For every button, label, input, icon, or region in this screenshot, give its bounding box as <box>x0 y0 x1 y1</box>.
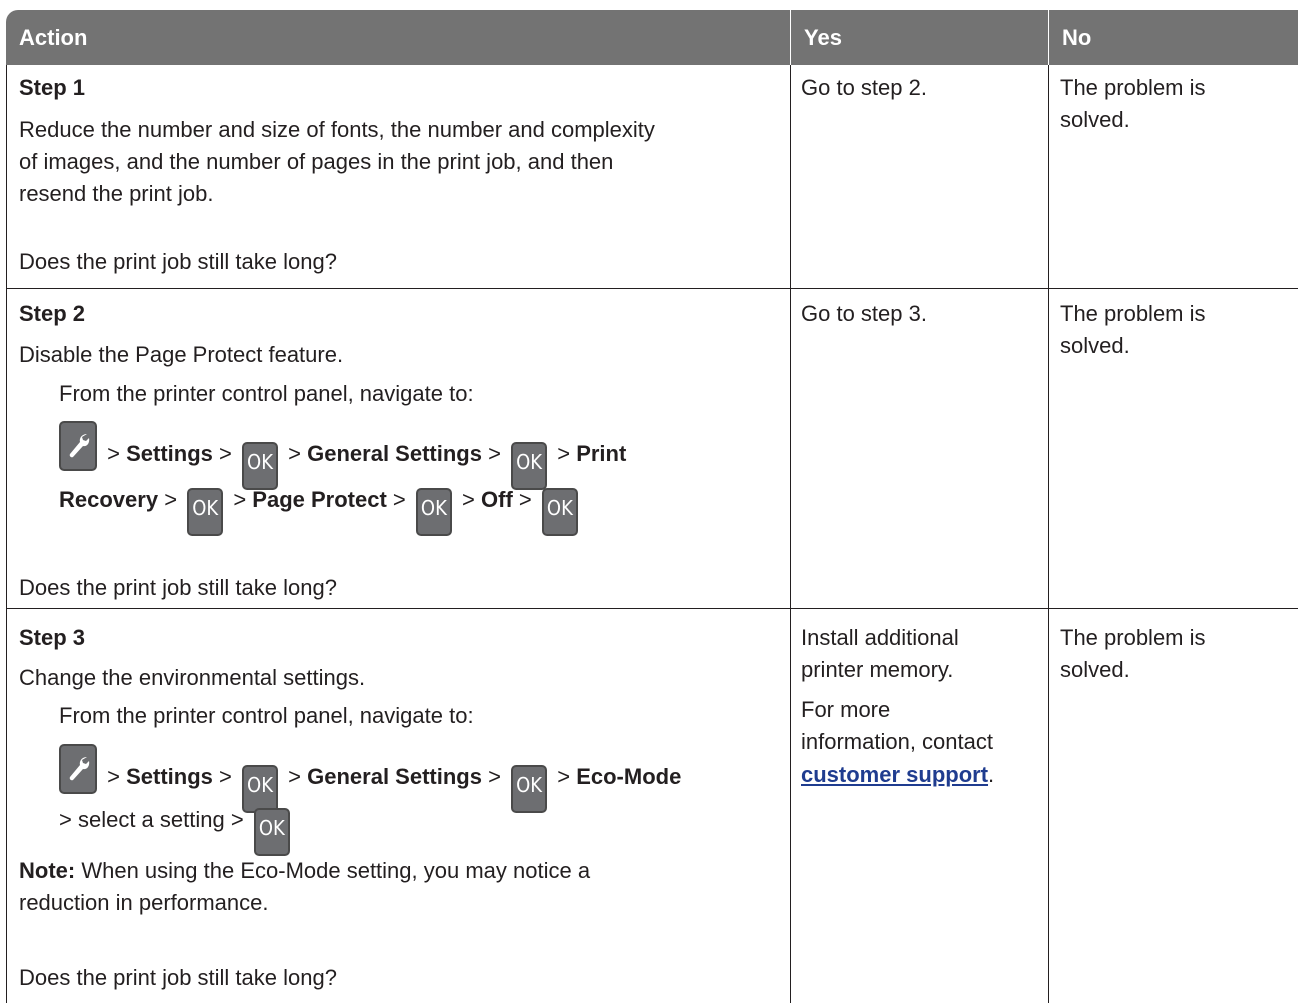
recovery-label: Recovery <box>59 487 159 512</box>
print-label: Print <box>576 441 627 466</box>
step1-body-line: Reduce the number and size of fonts, the… <box>19 117 655 142</box>
step1-no-line2: solved. <box>1060 107 1130 132</box>
note-label: Note: <box>19 858 76 883</box>
settings-label: Settings <box>126 764 213 789</box>
step2-instruction: Disable the Page Protect feature. <box>19 342 344 367</box>
step1-question: Does the print job still take long? <box>19 249 337 274</box>
step3-note-line1: Note: When using the Eco-Mode setting, y… <box>19 858 591 883</box>
step3-yes-line2: printer memory. <box>801 657 954 682</box>
step2-no-line1: The problem is <box>1060 301 1206 326</box>
wrench-icon <box>59 744 97 794</box>
column-divider <box>1048 65 1049 1003</box>
ok-key-icon: OK <box>415 488 452 536</box>
ok-key-icon: OK <box>511 765 548 813</box>
settings-label: Settings <box>126 441 213 466</box>
column-divider <box>790 65 791 1003</box>
ok-key-icon: OK <box>187 488 224 536</box>
step2-nav-path-line2: Recovery > OK > Page Protect > OK > Off … <box>59 483 582 536</box>
step3-yes-line4: information, contact <box>801 729 993 754</box>
step3-nav-path-line2: > select a setting > OK <box>59 803 294 856</box>
step1-title: Step 1 <box>19 75 86 100</box>
general-settings-label: General Settings <box>307 441 482 466</box>
step3-no-line1: The problem is <box>1060 625 1206 650</box>
header-yes: Yes <box>790 10 1048 65</box>
table-body: Step 1 Reduce the number and size of fon… <box>6 65 1298 1003</box>
row-divider <box>7 608 1298 609</box>
page-protect-label: Page Protect <box>252 487 387 512</box>
step1-body-line: of images, and the number of pages in th… <box>19 149 614 174</box>
step1-yes: Go to step 2. <box>801 75 927 100</box>
general-settings-label: General Settings <box>307 764 482 789</box>
step3-note-line2: reduction in performance. <box>19 890 269 915</box>
step3-no-line2: solved. <box>1060 657 1130 682</box>
header-no: No <box>1048 10 1298 65</box>
off-label: Off <box>481 487 513 512</box>
ok-key-icon: OK <box>253 808 290 856</box>
wrench-icon <box>59 421 97 471</box>
ok-key-icon: OK <box>541 488 578 536</box>
step3-yes-line1: Install additional <box>801 625 959 650</box>
step2-title: Step 2 <box>19 301 86 326</box>
header-action: Action <box>6 10 790 65</box>
step3-question: Does the print job still take long? <box>19 965 337 990</box>
step3-navigate-intro: From the printer control panel, navigate… <box>59 703 474 728</box>
select-setting-label: > select a setting > <box>59 807 244 832</box>
step2-navigate-intro: From the printer control panel, navigate… <box>59 381 474 406</box>
step1-body-line: resend the print job. <box>19 181 214 206</box>
step2-yes: Go to step 3. <box>801 301 927 326</box>
step1-no-line1: The problem is <box>1060 75 1206 100</box>
step3-instruction: Change the environmental settings. <box>19 665 366 690</box>
step3-title: Step 3 <box>19 625 86 650</box>
row-divider <box>7 288 1298 289</box>
step3-yes-line3: For more <box>801 697 891 722</box>
customer-support-link[interactable]: customer support <box>801 762 988 787</box>
step2-no-line2: solved. <box>1060 333 1130 358</box>
step2-question: Does the print job still take long? <box>19 575 337 600</box>
step2-nav-path-line1: > Settings > OK > General Settings > OK … <box>59 421 626 490</box>
step3-yes-line5: customer support. <box>801 762 995 787</box>
eco-mode-label: Eco-Mode <box>576 764 682 789</box>
